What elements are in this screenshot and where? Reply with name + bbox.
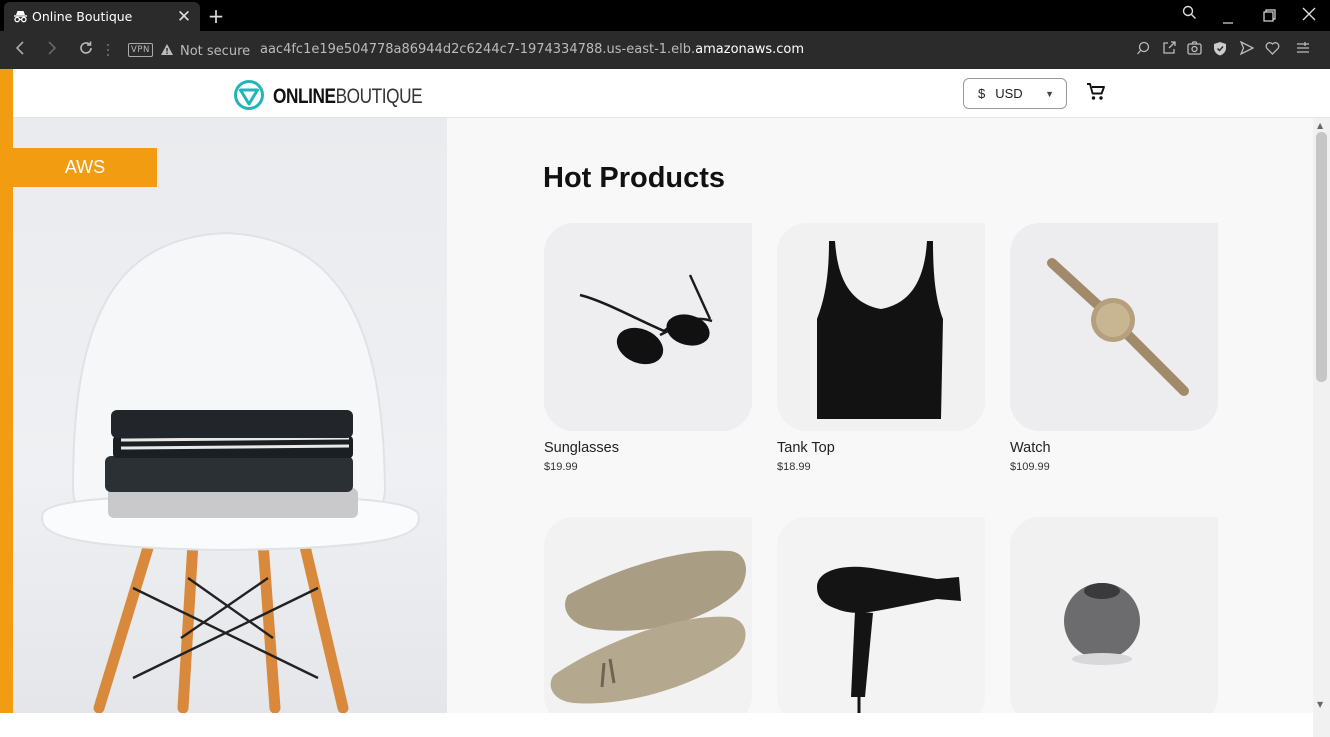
- product-card[interactable]: Tank Top $18.99: [777, 223, 985, 473]
- restore-icon[interactable]: [1263, 8, 1276, 26]
- incognito-icon: [12, 9, 28, 25]
- product-image-hairdryer[interactable]: [777, 517, 985, 725]
- site-header: ONLINEBOUTIQUE $ USD ▼: [13, 69, 1330, 118]
- product-card[interactable]: [1010, 517, 1218, 734]
- product-image-tank-top[interactable]: [777, 223, 985, 431]
- web-page: ONLINEBOUTIQUE $ USD ▼ AWS Hot Products …: [0, 69, 1330, 737]
- product-name[interactable]: Tank Top: [777, 440, 985, 456]
- cart-icon[interactable]: [1086, 82, 1106, 106]
- caret-down-icon: ▼: [1045, 88, 1054, 99]
- product-image-watch[interactable]: [1010, 223, 1218, 431]
- send-icon[interactable]: [1239, 40, 1255, 59]
- logo-text-strong: ONLINE: [273, 85, 336, 108]
- window-close-icon[interactable]: [1302, 7, 1316, 25]
- reload-icon[interactable]: [78, 40, 94, 61]
- product-card[interactable]: Watch $109.99: [1010, 223, 1218, 473]
- product-price: $109.99: [1010, 461, 1050, 473]
- url-field[interactable]: aac4fc1e19e504778a86944d2c6244c7-1974334…: [260, 42, 804, 57]
- camera-icon[interactable]: [1187, 41, 1202, 59]
- product-card[interactable]: [777, 517, 985, 734]
- search-tabs-icon[interactable]: [1182, 5, 1197, 24]
- new-tab-icon[interactable]: +: [206, 4, 226, 28]
- currency-code: USD: [995, 86, 1023, 101]
- vpn-badge[interactable]: VPN: [128, 43, 153, 57]
- more-dots-icon[interactable]: [106, 42, 110, 62]
- browser-tab-bar: Online Boutique ✕ +: [0, 0, 1330, 31]
- forward-icon[interactable]: [46, 40, 58, 61]
- scrollbar-thumb[interactable]: [1316, 132, 1327, 382]
- aws-badge: AWS: [13, 148, 157, 187]
- product-card[interactable]: Sunglasses $19.99: [544, 223, 752, 473]
- security-label: Not secure: [180, 44, 251, 59]
- warning-icon: [160, 43, 174, 60]
- product-image-sunglasses[interactable]: [544, 223, 752, 431]
- page-scrollbar[interactable]: ▲ ▼: [1313, 118, 1330, 737]
- product-image-candle-holder[interactable]: [1010, 517, 1218, 725]
- search-page-icon[interactable]: [1136, 41, 1151, 60]
- back-icon[interactable]: [14, 40, 26, 61]
- currency-symbol: $: [978, 86, 986, 101]
- product-name[interactable]: Watch: [1010, 440, 1218, 456]
- hero-image: AWS: [13, 118, 447, 713]
- aws-accent-edge: [0, 69, 13, 737]
- product-name[interactable]: Sunglasses: [544, 440, 752, 456]
- sidebar-menu-icon[interactable]: [1296, 42, 1310, 58]
- product-card[interactable]: [544, 517, 752, 734]
- section-title: Hot Products: [543, 162, 726, 194]
- security-indicator[interactable]: Not secure: [160, 43, 250, 60]
- product-price: $18.99: [777, 461, 811, 473]
- heart-icon[interactable]: [1265, 41, 1280, 59]
- page-bottom-strip: [0, 713, 1313, 737]
- logo-icon: [233, 79, 265, 115]
- chair-illustration: [41, 231, 420, 713]
- shield-icon[interactable]: [1213, 41, 1227, 60]
- scroll-down-icon[interactable]: ▼: [1317, 700, 1323, 709]
- product-image-loafers[interactable]: [544, 517, 752, 725]
- address-bar: VPN Not secure aac4fc1e19e504778a86944d2…: [0, 31, 1330, 69]
- share-icon[interactable]: [1162, 41, 1176, 59]
- hot-products-section: Hot Products Sunglasses $19.99 Tank Top …: [447, 118, 1313, 725]
- scroll-up-icon[interactable]: ▲: [1317, 121, 1323, 130]
- logo-wordmark: ONLINEBOUTIQUE: [273, 85, 423, 109]
- logo-text-thin: BOUTIQUE: [335, 85, 423, 108]
- url-prefix: aac4fc1e19e504778a86944d2c6244c7-1974334…: [260, 42, 696, 57]
- minimize-icon[interactable]: [1222, 10, 1234, 28]
- currency-selector[interactable]: $ USD ▼: [963, 78, 1067, 109]
- tab-title: Online Boutique: [32, 9, 133, 24]
- browser-tab[interactable]: Online Boutique ✕: [4, 2, 200, 31]
- url-domain: amazonaws.com: [695, 42, 805, 57]
- product-price: $19.99: [544, 461, 578, 473]
- site-logo[interactable]: ONLINEBOUTIQUE: [233, 79, 455, 115]
- content-area: AWS Hot Products Sunglasses $19.99 Tank …: [13, 118, 1313, 725]
- tab-close-icon[interactable]: ✕: [176, 7, 192, 27]
